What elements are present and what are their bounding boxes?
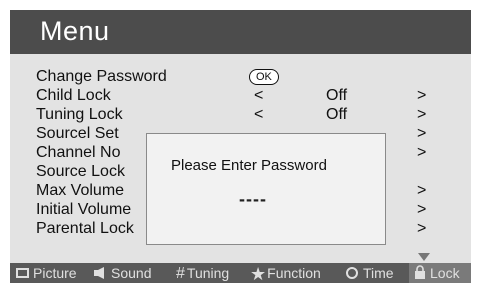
clock-icon [346,267,358,280]
right-arrow[interactable]: > [417,106,426,124]
right-arrow[interactable]: > [417,182,426,200]
menu-title: Menu [40,16,110,46]
lock-icon [415,265,425,280]
row-label: Source Lock [36,163,125,180]
right-arrow[interactable]: > [417,125,426,143]
title-bar: Menu [10,10,471,54]
tab-label: Lock [430,265,460,281]
row-label: Change Password [36,68,167,85]
left-arrow[interactable]: < [254,106,263,124]
grid-icon: # [176,265,185,283]
password-prompt: Please Enter Password [171,157,327,174]
left-arrow[interactable]: < [254,87,263,105]
row-label: Child Lock [36,87,111,104]
row-label: Sourcel Set [36,125,119,142]
tab-picture[interactable]: Picture [16,263,77,283]
password-field[interactable]: ---- [239,189,267,210]
tab-sound[interactable]: Sound [94,263,151,283]
right-arrow[interactable]: > [417,220,426,238]
row-label: Parental Lock [36,220,134,237]
menu-row-tuning-lock[interactable]: Tuning Lock < Off > [36,106,466,124]
tab-label: Time [363,265,394,281]
row-label: Channel No [36,144,121,161]
right-arrow[interactable]: > [417,87,426,105]
tv-menu-screen: Menu Change Password OK Child Lock < Off… [10,10,471,285]
tab-tuning[interactable]: # Tuning [176,263,229,283]
tab-lock[interactable]: Lock [409,263,471,283]
tab-function[interactable]: ★Function [250,263,321,285]
row-label: Tuning Lock [36,106,123,123]
picture-icon [16,268,29,279]
row-value: Off [326,87,348,104]
right-arrow[interactable]: > [417,144,426,162]
password-dialog: Please Enter Password ---- [146,133,386,245]
ok-button[interactable]: OK [249,69,279,85]
menu-row-child-lock[interactable]: Child Lock < Off > [36,87,466,105]
tab-label: Picture [33,265,77,281]
row-label: Max Volume [36,182,125,199]
tab-label: Sound [111,265,152,281]
tab-bar: Picture Sound # Tuning ★Function Time Loc… [10,263,471,285]
menu-row-change-password[interactable]: Change Password OK [36,68,466,86]
star-icon: ★ [250,264,267,285]
tab-label: Function [267,265,321,281]
scroll-down-icon[interactable] [418,253,430,261]
right-arrow[interactable]: > [417,201,426,219]
tab-label: Tuning [186,265,230,281]
row-label: Initial Volume [36,201,132,218]
speaker-icon [94,267,104,280]
tab-time[interactable]: Time [346,263,394,283]
row-value: Off [326,106,348,123]
